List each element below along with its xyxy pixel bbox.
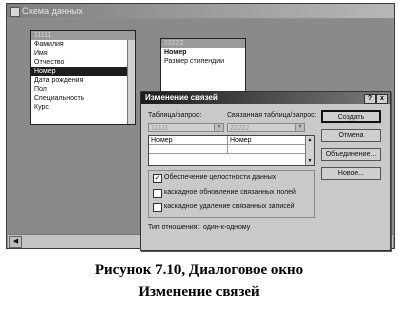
table-1-scrollbar[interactable] — [127, 40, 135, 124]
scroll-down-arrow-icon[interactable]: ▼ — [306, 157, 314, 165]
main-window-titlebar: Схема данных — [7, 4, 394, 18]
enforce-integrity-checkbox[interactable]: ✓ — [153, 174, 162, 183]
grid-scrollbar[interactable]: ▲ ▼ — [305, 136, 314, 165]
table-2-field-list: Номер Размер стипендии — [161, 48, 245, 66]
new-button[interactable]: Новое... — [321, 167, 381, 180]
relation-type-label: Тип отношения: — [148, 224, 200, 231]
chevron-down-icon: ▼ — [295, 124, 304, 131]
main-window-title: Схема данных — [22, 6, 83, 16]
table-1-title[interactable]: 11111 — [31, 31, 135, 40]
table-1-field[interactable]: Специальность — [31, 94, 135, 103]
dialog-titlebar: Изменение связей ? x — [141, 92, 390, 104]
check-mark-icon: ✓ — [154, 175, 161, 182]
cascade-delete-label: каскадное удаление связанных записей — [164, 203, 295, 210]
related-table-label: Связанная таблица/запрос: — [227, 112, 317, 119]
scroll-left-arrow-icon[interactable]: ◀ — [9, 236, 22, 248]
figure-caption-line-2: Изменение связей — [138, 284, 260, 300]
join-type-button[interactable]: Объединение... — [321, 148, 381, 161]
table-1-field[interactable]: Отчество — [31, 58, 135, 67]
grid-empty-left[interactable] — [149, 145, 228, 154]
table-2-field[interactable]: Размер стипендии — [161, 57, 245, 66]
figure-caption-line-1: Рисунок 7.10, Диалоговое окно — [94, 262, 304, 278]
grid-left-field[interactable]: Номер — [149, 136, 228, 145]
table-2-title[interactable]: 22222 — [161, 39, 245, 48]
field-mapping-grid[interactable]: Номер Номер ▲ ▼ — [148, 135, 315, 166]
cascade-update-checkbox[interactable] — [153, 189, 162, 198]
table-query-label: Таблица/запрос: — [148, 112, 202, 119]
table-box-1[interactable]: 11111 Фамилия Имя Отчество Номер Дата рожден… — [30, 30, 136, 125]
edit-relationships-dialog: Изменение связей ? x Таблица/запрос: Свя… — [140, 91, 391, 251]
relationships-window-icon — [10, 7, 20, 17]
relation-type-value: один-к-одному — [203, 224, 251, 231]
table-1-field[interactable]: Дата рождения — [31, 76, 135, 85]
grid-empty-right[interactable] — [228, 145, 306, 154]
scroll-up-arrow-icon[interactable]: ▲ — [306, 136, 314, 144]
table-1-field[interactable]: Курс — [31, 103, 135, 112]
table-1-field[interactable]: Номер — [31, 67, 135, 76]
table-1-field[interactable]: Имя — [31, 49, 135, 58]
dialog-title: Изменение связей — [145, 93, 218, 102]
create-button[interactable]: Создать — [321, 110, 381, 123]
cascade-update-label: каскадное обновление связанных полей — [164, 189, 296, 196]
table-1-field-list: Фамилия Имя Отчество Номер Дата рождения Пол С… — [31, 40, 135, 112]
enforce-integrity-label: Обеспечение целостности данных — [164, 174, 277, 181]
chevron-down-icon: ▼ — [214, 124, 223, 131]
related-table-select: 22222 ▼ — [227, 123, 305, 132]
table-1-field[interactable]: Фамилия — [31, 40, 135, 49]
cascade-delete-checkbox[interactable] — [153, 203, 162, 212]
grid-right-field[interactable]: Номер — [228, 136, 306, 145]
table-2-field[interactable]: Номер — [161, 48, 245, 57]
table-1-field[interactable]: Пол — [31, 85, 135, 94]
help-button[interactable]: ? — [364, 94, 376, 104]
cancel-button[interactable]: Отмена — [321, 129, 381, 142]
close-button[interactable]: x — [376, 94, 388, 104]
table-query-select: 11111 ▼ — [148, 123, 224, 132]
table-box-2[interactable]: 22222 Номер Размер стипендии — [160, 38, 246, 97]
